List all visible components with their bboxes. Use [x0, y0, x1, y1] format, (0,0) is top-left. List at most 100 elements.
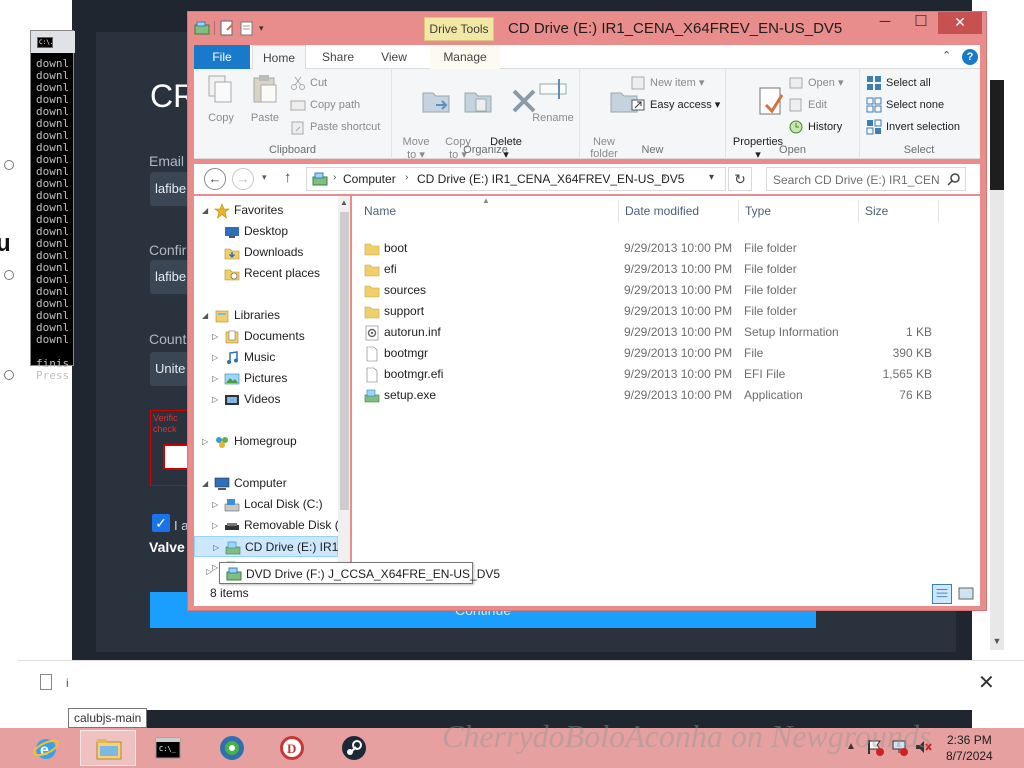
easy-access-button[interactable]: Easy access ▾	[630, 95, 720, 115]
breadcrumb-cd-drive[interactable]: CD Drive (E:) IR1_CENA_X64FREV_EN-US_DV5	[417, 172, 684, 186]
tree-expand-arrow-icon[interactable]: ▷	[212, 368, 218, 389]
system-clock[interactable]: 2:36 PM 8/7/2024	[946, 732, 993, 764]
tab-share[interactable]: Share	[312, 45, 364, 69]
console-titlebar[interactable]: C:\.	[31, 31, 75, 53]
tree-expand-arrow-icon[interactable]: ▷	[212, 515, 218, 536]
search-box[interactable]: Search CD Drive (E:) IR1_CENA...	[766, 167, 966, 191]
column-header-type[interactable]: Type	[745, 204, 771, 218]
column-header-date[interactable]: Date modified	[625, 204, 699, 218]
tree-expand-arrow-icon[interactable]: ▷	[212, 347, 218, 368]
radio-icon[interactable]	[4, 370, 14, 380]
file-list[interactable]: ▲ Name Date modified Type Size boot 9/29/…	[352, 196, 980, 582]
command-prompt-window[interactable]: C:\. downl downl downl downl downl downl downl…	[30, 30, 75, 382]
column-header-name[interactable]: Name	[364, 204, 396, 218]
file-row[interactable]: efi 9/29/2013 10:00 PM File folder	[358, 259, 958, 280]
download-item-label[interactable]: i	[66, 676, 69, 690]
new-folder-qat-icon[interactable]	[239, 20, 255, 36]
nav-tree-item[interactable]: ▷ Documents	[194, 326, 338, 347]
tree-expand-arrow-icon[interactable]: ▷	[212, 389, 218, 410]
select-all-button[interactable]: Select all	[866, 73, 931, 93]
tree-expand-arrow-icon[interactable]: ▷	[212, 326, 218, 347]
tree-collapse-arrow-icon[interactable]: ◢	[202, 200, 208, 221]
nav-tree-item[interactable]: ◢ Computer	[194, 473, 338, 494]
refresh-icon[interactable]: ↻	[728, 167, 752, 191]
forward-arrow-icon[interactable]: →	[232, 168, 254, 190]
scroll-down-arrow-icon[interactable]: ▼	[990, 636, 1004, 650]
dvd-drive-tooltip[interactable]: ▷ DVD Drive (F:) J_CCSA_X64FRE_EN-US_DV5	[206, 562, 500, 584]
navigation-pane[interactable]: ◢ Favorites Desktop Downloads Recent places ◢…	[194, 196, 350, 582]
search-icon[interactable]	[947, 172, 961, 186]
taskbar-command-prompt[interactable]: C:\_	[140, 730, 196, 766]
tree-collapse-arrow-icon[interactable]: ◢	[202, 305, 208, 326]
captcha-checkbox[interactable]	[163, 444, 189, 470]
navigation-scrollbar-thumb[interactable]	[340, 212, 349, 510]
tree-expand-arrow-icon[interactable]: ▷	[212, 494, 218, 515]
radio-icon[interactable]	[4, 270, 14, 280]
tree-expand-arrow-icon[interactable]: ▷	[212, 557, 218, 578]
file-row[interactable]: setup.exe 9/29/2013 10:00 PM Application 76…	[358, 385, 958, 406]
nav-tree-item[interactable]: ▷ Homegroup	[194, 431, 338, 452]
nav-tree-item[interactable]: ◢ Libraries	[194, 305, 338, 326]
back-arrow-icon[interactable]: ←	[204, 168, 226, 190]
cut-button[interactable]: Cut	[290, 73, 327, 93]
breadcrumb-computer[interactable]: Computer	[343, 172, 396, 186]
column-divider[interactable]	[858, 200, 859, 222]
nav-tree-item[interactable]: Recent places	[194, 263, 338, 284]
file-row[interactable]: bootmgr.efi 9/29/2013 10:00 PM EFI File 1,5…	[358, 364, 958, 385]
open-button[interactable]: Open ▾	[788, 73, 844, 93]
nav-tree-item[interactable]: ▷ Music	[194, 347, 338, 368]
close-download-bar-icon[interactable]: ✕	[978, 670, 995, 695]
file-explorer-window[interactable]: ▾ Drive Tools CD Drive (E:) IR1_CENA_X64…	[187, 11, 987, 611]
close-button[interactable]: ✕	[938, 12, 982, 34]
column-divider[interactable]	[938, 200, 939, 222]
agree-checkbox[interactable]: ✓	[152, 514, 170, 532]
tree-collapse-arrow-icon[interactable]: ◢	[202, 473, 208, 494]
nav-tree-item[interactable]: Downloads	[194, 242, 338, 263]
taskbar-browser[interactable]	[204, 730, 260, 766]
recent-locations-icon[interactable]: ▾	[262, 172, 267, 183]
collapse-ribbon-icon[interactable]: ⌃	[942, 49, 951, 62]
new-item-button[interactable]: New item ▾	[630, 73, 704, 93]
taskbar-d-app[interactable]: D	[264, 730, 320, 766]
drive-app-icon[interactable]	[194, 20, 210, 36]
qat-dropdown-icon[interactable]: ▾	[259, 23, 264, 34]
help-icon[interactable]: ?	[962, 49, 978, 65]
show-hidden-icons-icon[interactable]: ▲	[842, 738, 860, 756]
rename-button[interactable]: Rename	[530, 73, 576, 124]
window-titlebar[interactable]: ▾ Drive Tools CD Drive (E:) IR1_CENA_X64…	[188, 12, 986, 44]
nav-tree-item[interactable]: ▷ Pictures	[194, 368, 338, 389]
tree-expand-arrow-icon[interactable]: ▷	[213, 537, 219, 558]
tree-expand-arrow-icon[interactable]: ▷	[206, 567, 212, 576]
column-divider[interactable]	[618, 200, 619, 222]
tree-expand-arrow-icon[interactable]: ▷	[202, 431, 208, 452]
file-row[interactable]: boot 9/29/2013 10:00 PM File folder	[358, 238, 958, 259]
nav-tree-item[interactable]: ▷ CD Drive (E:) IR1_	[194, 536, 345, 558]
column-header-size[interactable]: Size	[865, 204, 888, 218]
page-scrollbar-thumb[interactable]	[990, 80, 1004, 190]
drive-tools-context-tab[interactable]: Drive Tools	[424, 17, 494, 41]
properties-qat-icon[interactable]	[219, 20, 235, 36]
network-icon[interactable]	[890, 738, 908, 756]
paste-shortcut-button[interactable]: Paste shortcut	[290, 117, 380, 137]
breadcrumb-separator-icon[interactable]: ›	[405, 172, 408, 183]
taskbar-internet-explorer[interactable]: e	[18, 730, 74, 766]
taskbar-file-explorer[interactable]	[80, 730, 136, 766]
details-view-icon[interactable]	[932, 584, 952, 604]
address-history-dropdown-icon[interactable]: ▾	[709, 172, 714, 183]
large-icons-view-icon[interactable]	[956, 584, 976, 604]
breadcrumb-separator-icon[interactable]: ›	[333, 172, 336, 183]
address-bar[interactable]: › Computer › CD Drive (E:) IR1_CENA_X64F…	[306, 167, 726, 191]
action-center-icon[interactable]	[866, 738, 884, 756]
copy-path-button[interactable]: Copy path	[290, 95, 360, 115]
history-button[interactable]: History	[788, 117, 842, 137]
invert-selection-button[interactable]: Invert selection	[866, 117, 960, 137]
tab-home[interactable]: Home	[252, 45, 306, 69]
file-row[interactable]: autorun.inf 9/29/2013 10:00 PM Setup Infor…	[358, 322, 958, 343]
up-arrow-icon[interactable]: ↑	[284, 169, 292, 186]
tab-view[interactable]: View	[370, 45, 418, 69]
tab-manage[interactable]: Manage	[430, 45, 500, 69]
scroll-up-arrow-icon[interactable]: ▲	[338, 198, 350, 207]
paste-button[interactable]: Paste	[244, 73, 286, 124]
breadcrumb-separator-icon[interactable]: ›	[663, 172, 666, 183]
nav-tree-item[interactable]: Desktop	[194, 221, 338, 242]
